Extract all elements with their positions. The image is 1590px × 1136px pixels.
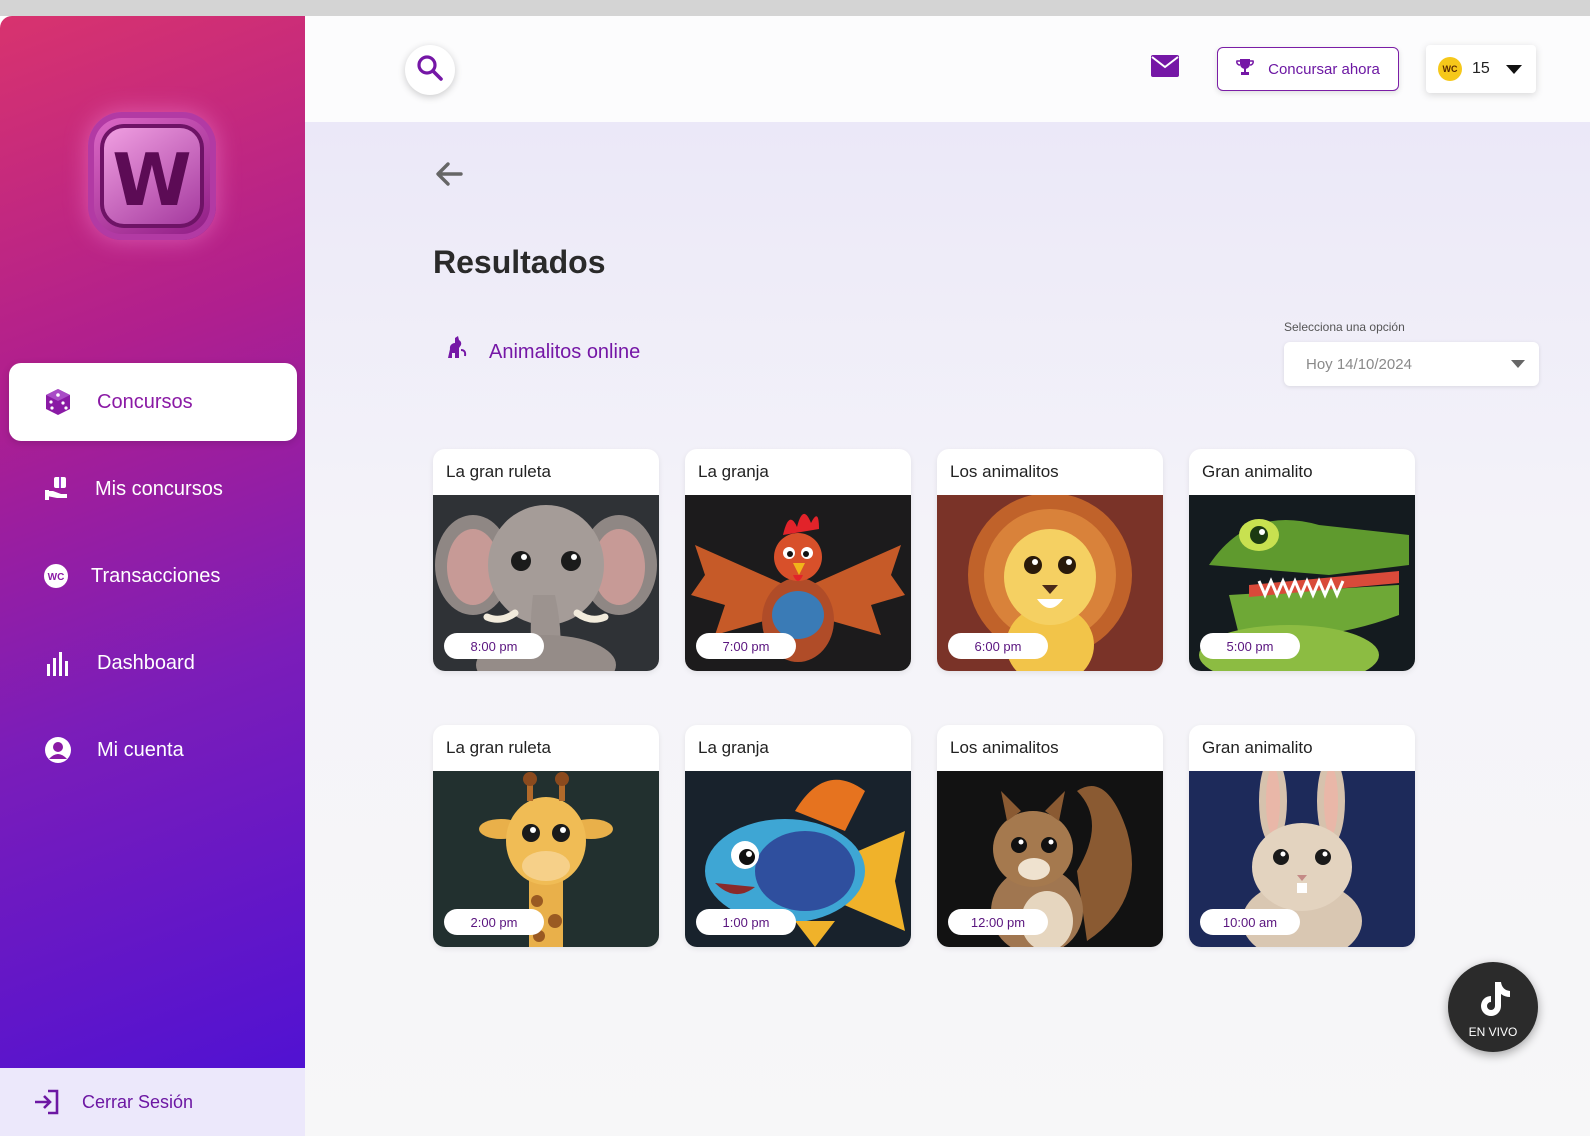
app-logo[interactable]: W — [88, 112, 216, 240]
elephant-image: 8:00 pm — [433, 495, 659, 671]
search-button[interactable] — [405, 45, 455, 95]
sidebar-item-label: Mi cuenta — [97, 738, 184, 761]
page-title: Resultados — [433, 244, 606, 280]
search-icon — [416, 54, 444, 87]
crocodile-image: 5:00 pm — [1189, 495, 1415, 671]
game-name: Animalitos online — [489, 340, 641, 363]
time-badge: 12:00 pm — [948, 909, 1048, 935]
result-card[interactable]: La gran ruleta 2:00 pm — [433, 725, 659, 947]
logo-letter: W — [112, 138, 192, 222]
sidebar-item-transacciones[interactable]: WC Transacciones — [9, 537, 297, 615]
top-header: Concursar ahora WC 15 — [305, 16, 1590, 122]
sidebar: W Concursos Mis concursos WC Transaccion… — [0, 16, 305, 1136]
result-card[interactable]: La granja 1:00 pm — [685, 725, 911, 947]
result-card[interactable]: Gran animalito 10:00 am — [1189, 725, 1415, 947]
rabbit-image: 10:00 am — [1189, 771, 1415, 947]
time-badge: 2:00 pm — [444, 909, 544, 935]
trophy-icon — [1236, 58, 1255, 80]
browser-top-strip — [0, 0, 1590, 16]
wc-coin-icon: WC — [1438, 57, 1462, 81]
date-select[interactable]: Hoy 14/10/2024 — [1284, 342, 1539, 386]
chevron-down-icon — [1511, 360, 1525, 368]
chevron-down-icon — [1505, 64, 1522, 74]
sidebar-item-label: Concursos — [97, 390, 193, 413]
sidebar-item-concursos[interactable]: Concursos — [9, 363, 297, 441]
fish-image: 1:00 pm — [685, 771, 911, 947]
sidebar-item-label: Transacciones — [91, 564, 221, 587]
giraffe-image: 2:00 pm — [433, 771, 659, 947]
logout-icon — [32, 1087, 62, 1117]
mail-icon[interactable] — [1151, 55, 1179, 82]
date-select-label: Selecciona una opción — [1284, 320, 1405, 334]
card-title: Gran animalito — [1202, 738, 1313, 757]
rooster-image: 7:00 pm — [685, 495, 911, 671]
dog-icon — [445, 336, 467, 368]
time-badge: 7:00 pm — [696, 633, 796, 659]
sidebar-item-dashboard[interactable]: Dashboard — [9, 624, 297, 702]
time-badge: 10:00 am — [1200, 909, 1300, 935]
dice-icon — [43, 387, 73, 417]
card-title: La granja — [698, 462, 769, 481]
card-title: La granja — [698, 738, 769, 757]
concursar-ahora-button[interactable]: Concursar ahora — [1217, 47, 1399, 91]
hand-gift-icon — [43, 474, 73, 504]
result-card[interactable]: La gran ruleta 8:00 pm — [433, 449, 659, 671]
balance-dropdown[interactable]: WC 15 — [1426, 45, 1536, 93]
squirrel-image: 12:00 pm — [937, 771, 1163, 947]
balance-value: 15 — [1472, 60, 1490, 77]
sidebar-item-mi-cuenta[interactable]: Mi cuenta — [9, 711, 297, 789]
live-label: EN VIVO — [1468, 1024, 1518, 1039]
main-content: Resultados Animalitos online Selecciona … — [305, 122, 1590, 1136]
wc-coin-icon: WC — [41, 561, 71, 591]
tiktok-icon — [1475, 980, 1511, 1021]
time-badge: 5:00 pm — [1200, 633, 1300, 659]
date-select-value: Hoy 14/10/2024 — [1306, 355, 1412, 373]
cta-label: Concursar ahora — [1268, 60, 1380, 78]
logout-button[interactable]: Cerrar Sesión — [0, 1068, 305, 1136]
sidebar-item-label: Mis concursos — [95, 477, 223, 500]
time-badge: 1:00 pm — [696, 909, 796, 935]
result-card[interactable]: Gran animalito 5:00 pm — [1189, 449, 1415, 671]
result-card[interactable]: La granja 7:00 pm — [685, 449, 911, 671]
card-title: Gran animalito — [1202, 462, 1313, 481]
sidebar-item-mis-concursos[interactable]: Mis concursos — [9, 450, 297, 528]
logout-label: Cerrar Sesión — [82, 1091, 194, 1112]
result-card[interactable]: Los animalitos 12:00 pm — [937, 725, 1163, 947]
result-card[interactable]: Los animalitos 6:00 pm — [937, 449, 1163, 671]
sidebar-item-label: Dashboard — [97, 651, 195, 674]
card-title: Los animalitos — [950, 738, 1059, 757]
bar-chart-icon — [43, 648, 73, 678]
card-title: Los animalitos — [950, 462, 1059, 481]
game-selector-link[interactable]: Animalitos online — [445, 336, 640, 368]
time-badge: 8:00 pm — [444, 633, 544, 659]
user-circle-icon — [43, 735, 73, 765]
live-button[interactable]: EN VIVO — [1448, 962, 1538, 1052]
time-badge: 6:00 pm — [948, 633, 1048, 659]
back-arrow-icon[interactable] — [433, 160, 465, 193]
lion-image: 6:00 pm — [937, 495, 1163, 671]
svg-text:WC: WC — [48, 572, 65, 583]
card-title: La gran ruleta — [446, 462, 551, 481]
card-title: La gran ruleta — [446, 738, 551, 757]
